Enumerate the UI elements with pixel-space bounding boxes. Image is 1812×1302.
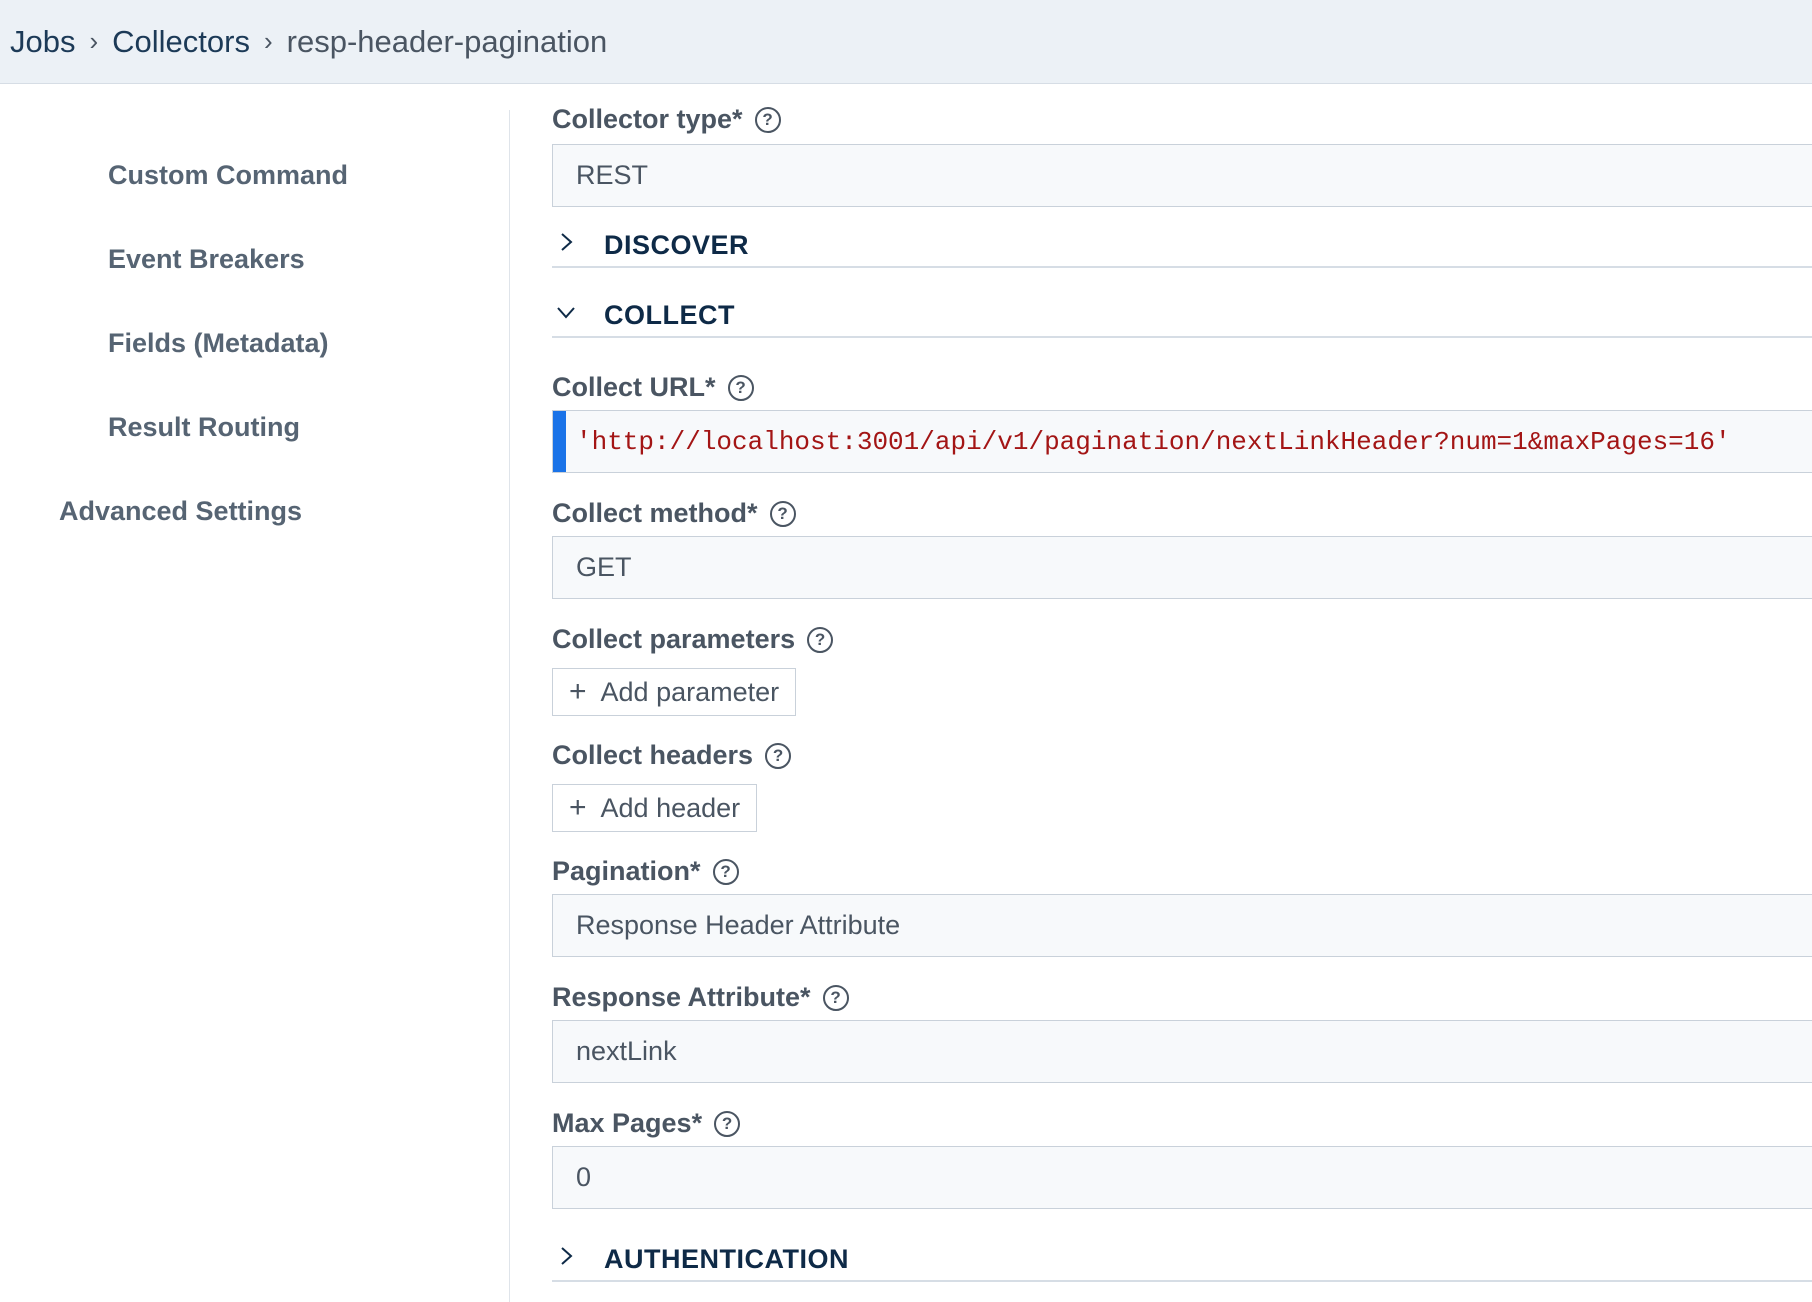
- collect-url-label: Collect URL* ?: [552, 372, 754, 403]
- help-circle-icon[interactable]: ?: [770, 501, 796, 527]
- chevron-down-icon: [556, 302, 576, 322]
- section-authentication[interactable]: AUTHENTICATION: [552, 1244, 1812, 1282]
- pagination-select[interactable]: Response Header Attribute: [552, 894, 1812, 957]
- collect-url-input[interactable]: 'http://localhost:3001/api/v1/pagination…: [552, 410, 1812, 473]
- help-circle-icon[interactable]: ?: [807, 627, 833, 653]
- max-pages-label: Max Pages* ?: [552, 1108, 740, 1139]
- sidebar-item-result-routing[interactable]: Result Routing: [108, 412, 300, 443]
- section-discover[interactable]: DISCOVER: [552, 230, 1812, 268]
- section-discover-title: DISCOVER: [604, 230, 749, 261]
- sidebar: Custom Command Event Breakers Fields (Me…: [0, 84, 510, 1302]
- chevron-right-icon: [556, 232, 576, 252]
- breadcrumb-collectors[interactable]: Collectors: [112, 24, 250, 60]
- breadcrumb-jobs[interactable]: Jobs: [10, 24, 75, 60]
- collect-method-select[interactable]: GET: [552, 536, 1812, 599]
- sidebar-item-custom-command[interactable]: Custom Command: [108, 160, 348, 191]
- response-attribute-input[interactable]: nextLink: [552, 1020, 1812, 1083]
- help-circle-icon[interactable]: ?: [713, 859, 739, 885]
- plus-icon: +: [569, 677, 587, 707]
- section-collect[interactable]: COLLECT: [552, 300, 1812, 338]
- sidebar-item-advanced-settings[interactable]: Advanced Settings: [59, 496, 302, 527]
- add-parameter-button[interactable]: + Add parameter: [552, 668, 796, 716]
- sidebar-divider: [509, 110, 510, 1302]
- help-circle-icon[interactable]: ?: [714, 1111, 740, 1137]
- collect-url-value: 'http://localhost:3001/api/v1/pagination…: [566, 427, 1731, 457]
- collector-type-label-text: Collector type*: [552, 104, 743, 135]
- breadcrumb-separator: ›: [264, 26, 273, 57]
- response-attribute-label: Response Attribute* ?: [552, 982, 849, 1013]
- breadcrumb: Jobs › Collectors › resp-header-paginati…: [0, 0, 1812, 84]
- response-attribute-label-text: Response Attribute*: [552, 982, 811, 1013]
- collect-parameters-label: Collect parameters ?: [552, 624, 833, 655]
- collector-type-select[interactable]: REST: [552, 144, 1812, 207]
- collect-parameters-label-text: Collect parameters: [552, 624, 795, 655]
- help-circle-icon[interactable]: ?: [823, 985, 849, 1011]
- collect-url-label-text: Collect URL*: [552, 372, 716, 403]
- collect-method-label-text: Collect method*: [552, 498, 758, 529]
- sidebar-item-event-breakers[interactable]: Event Breakers: [108, 244, 305, 275]
- breadcrumb-current: resp-header-pagination: [287, 24, 608, 60]
- collector-type-label: Collector type* ?: [552, 104, 781, 135]
- max-pages-label-text: Max Pages*: [552, 1108, 702, 1139]
- add-parameter-label: Add parameter: [601, 677, 780, 708]
- add-header-label: Add header: [601, 793, 741, 824]
- help-circle-icon[interactable]: ?: [728, 375, 754, 401]
- collect-headers-label-text: Collect headers: [552, 740, 753, 771]
- collect-headers-label: Collect headers ?: [552, 740, 791, 771]
- breadcrumb-separator: ›: [89, 26, 98, 57]
- focus-accent-bar: [553, 411, 566, 472]
- max-pages-input[interactable]: 0: [552, 1146, 1812, 1209]
- sidebar-item-fields-metadata[interactable]: Fields (Metadata): [108, 328, 329, 359]
- chevron-right-icon: [556, 1246, 576, 1266]
- collect-method-label: Collect method* ?: [552, 498, 796, 529]
- section-collect-title: COLLECT: [604, 300, 735, 331]
- pagination-label-text: Pagination*: [552, 856, 701, 887]
- help-circle-icon[interactable]: ?: [765, 743, 791, 769]
- section-authentication-title: AUTHENTICATION: [604, 1244, 849, 1275]
- plus-icon: +: [569, 793, 587, 823]
- collector-form: Collector type* ? REST DISCOVER COLLECT …: [552, 84, 1812, 1302]
- help-circle-icon[interactable]: ?: [755, 107, 781, 133]
- add-header-button[interactable]: + Add header: [552, 784, 757, 832]
- pagination-label: Pagination* ?: [552, 856, 739, 887]
